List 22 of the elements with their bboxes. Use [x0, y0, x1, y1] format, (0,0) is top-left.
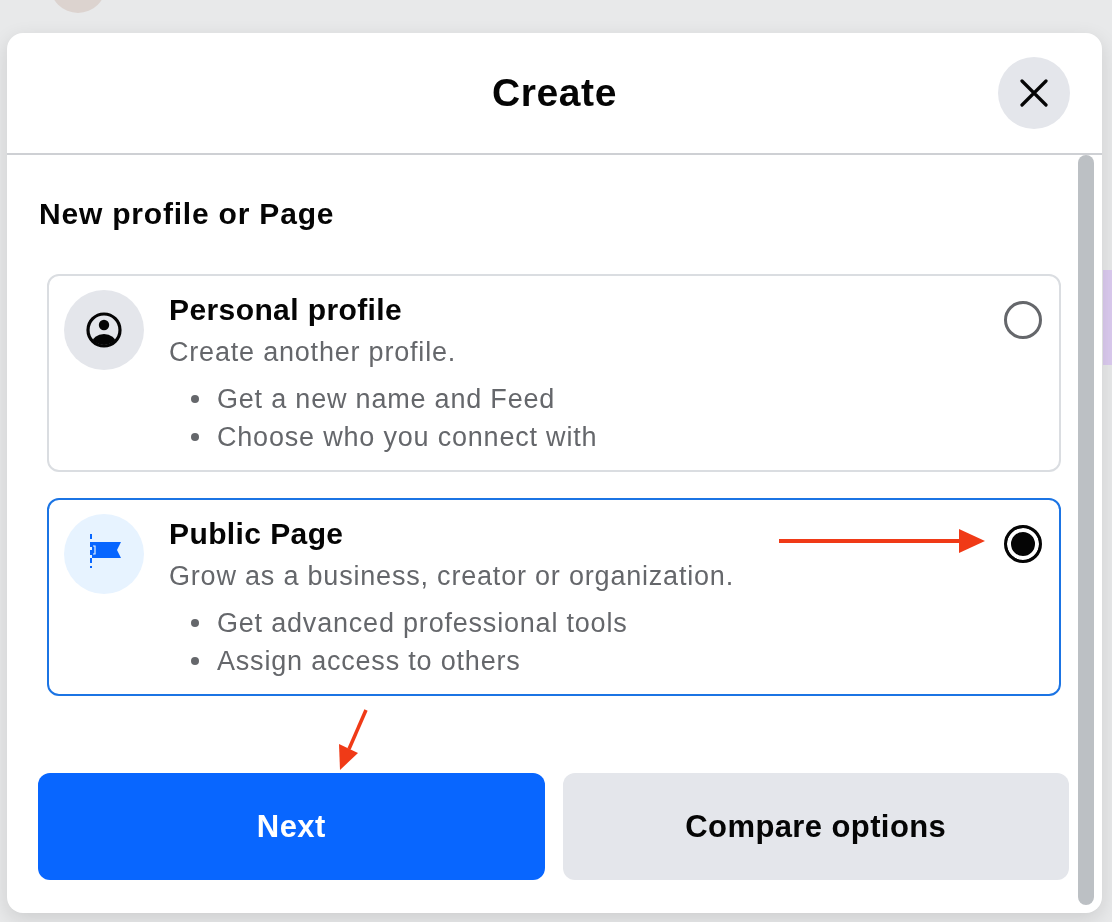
bullet-icon: [191, 433, 199, 441]
scrollbar-thumb[interactable]: [1078, 155, 1094, 905]
option-card[interactable]: Public Page Grow as a business, creator or organization. Get advanced professional tools Assign access to others: [47, 498, 1061, 696]
dialog-title: Create: [492, 70, 617, 116]
radio-button[interactable]: [1004, 301, 1042, 339]
bullet-text: Get a new name and Feed: [217, 383, 556, 415]
next-button[interactable]: Next: [38, 773, 545, 880]
bullet-icon: [191, 395, 199, 403]
radio-button[interactable]: [1004, 525, 1042, 563]
option-description: Grow as a business, creator or organization.: [169, 560, 734, 592]
option-description: Create another profile.: [169, 336, 457, 368]
option-card[interactable]: Personal profile Create another profile. Get a new name and Feed Choose who you connect with: [47, 274, 1061, 472]
section-title: New profile or Page: [39, 197, 335, 231]
bullet-text: Choose who you connect with: [217, 421, 598, 453]
bullet-text: Get advanced professional tools: [217, 607, 628, 639]
bullet-icon: [191, 657, 199, 665]
compare-options-button[interactable]: Compare options: [562, 773, 1069, 880]
bullet-text: Assign access to others: [217, 645, 521, 677]
bullet-icon: [191, 619, 199, 627]
option-title: Personal profile: [169, 292, 403, 328]
close-icon: [1020, 79, 1048, 107]
option-title: Public Page: [169, 516, 344, 552]
